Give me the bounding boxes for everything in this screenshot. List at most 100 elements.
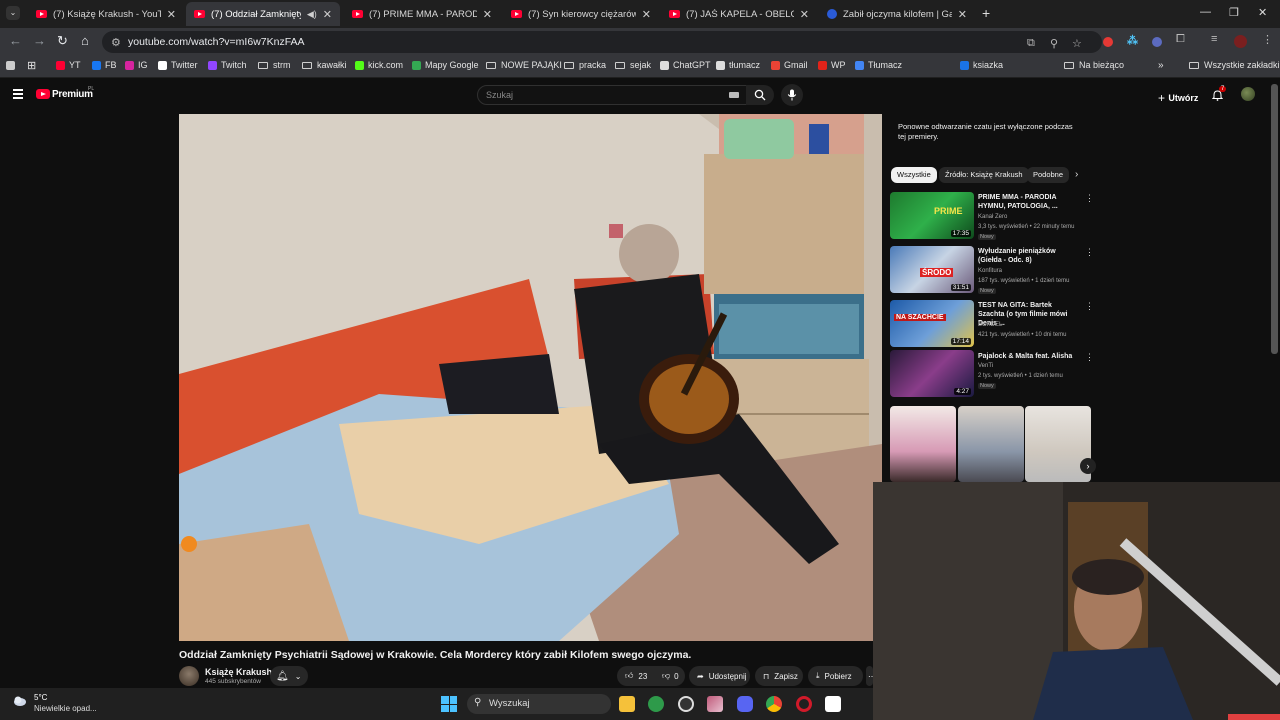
search-button[interactable] [746,85,774,105]
share-button[interactable]: ➦ Udostępnij [689,666,750,686]
bookmark-gmail[interactable]: Gmail [771,60,808,70]
taskbar-search-input[interactable]: ⚲ Wyszukaj [467,694,611,714]
premium-wordmark[interactable]: Premium [52,89,93,100]
restore-icon[interactable]: ❐ [1229,6,1239,19]
recommendation-thumbnail[interactable]: 4:27 [890,350,974,397]
chip-from-channel[interactable]: Źródło: Książę Krakush [939,167,1029,183]
speaker-icon[interactable]: ◀) [307,9,317,20]
recommendation-title[interactable]: Pajalock & Malta feat. Alisha [978,352,1080,361]
dislike-button[interactable]: 👎︎ 0 [658,666,685,686]
chip-related[interactable]: Podobne [1027,167,1070,183]
more-actions-button[interactable]: ⋯ [866,666,876,686]
recommendation-thumbnail[interactable]: PRIME 17:35 [890,192,974,239]
close-tab-icon[interactable]: ✕ [323,8,332,21]
address-bar[interactable]: ⚙ youtube.com/watch?v=mI6w7KnzFAA ⧉ ⚲ ☆ [102,31,1102,53]
chrome-icon[interactable] [766,696,782,712]
channel-avatar[interactable] [179,666,199,686]
profile-icon[interactable] [1234,35,1247,48]
extension-icon[interactable]: ⁂ [1127,34,1138,47]
new-tab-button[interactable]: + [982,5,990,21]
hamburger-menu-icon[interactable] [13,89,23,101]
start-menu-icon[interactable] [441,696,457,712]
reading-list-icon[interactable]: ≡ [1211,33,1217,45]
video-player[interactable] [179,114,882,641]
bookmark-pracka[interactable]: pracka [564,60,606,70]
menu-kebab-icon[interactable]: ⋮ [1262,33,1273,46]
install-app-icon[interactable]: ⧉ [1027,37,1035,50]
recommendation-title[interactable]: PRIME MMA - PARODIA HYMNU, PATOLOGIA, ..… [978,193,1080,211]
close-tab-icon[interactable]: ✕ [167,8,176,21]
photo-app-icon[interactable] [707,696,723,712]
bookmark-ig[interactable]: IG [125,60,148,70]
search-input[interactable]: Szukaj [477,85,747,105]
bookmark-twitter[interactable]: Twitter [158,60,198,70]
bookmark-kick-com[interactable]: kick.com [355,60,403,70]
recommendation-thumbnail[interactable]: NA SZACHCIE 17:14 [890,300,974,347]
bookmark-strm[interactable]: strm [258,60,291,70]
close-tab-icon[interactable]: ✕ [958,8,967,21]
keyboard-icon[interactable] [729,92,739,98]
chip-all[interactable]: Wszystkie [891,167,937,183]
file-explorer-icon[interactable] [619,696,635,712]
opera-icon[interactable] [796,696,812,712]
bookmark-tłumacz[interactable]: Tłumacz [855,60,902,70]
download-button[interactable]: ⤓ Pobierz [808,666,863,686]
extension-icon[interactable] [1152,37,1162,47]
bookmark-star-icon[interactable]: ☆ [1072,37,1082,50]
bookmark-fb[interactable]: FB [92,60,117,70]
bookmark-ksiazka[interactable]: ksiazka [960,60,1003,70]
all-bookmarks-folder[interactable]: Wszystkie zakładki [1189,60,1280,70]
more-options-icon[interactable]: ⋮ [1085,193,1094,204]
account-avatar[interactable] [1241,87,1255,101]
recommendation-channel[interactable]: Konfitura [978,268,1002,274]
extensions-puzzle-icon[interactable]: ⧠ [1176,33,1185,46]
tab-search-dropdown[interactable]: ⌄ [6,6,20,20]
page-scrollbar[interactable] [1271,84,1278,354]
bookmark-na-biezaco[interactable]: Na bieżąco [1064,60,1124,70]
capcut-icon[interactable] [825,696,841,712]
close-tab-icon[interactable]: ✕ [642,8,651,21]
apps-grid-icon[interactable]: ⊞ [27,59,36,72]
bookmark-chatgpt[interactable]: ChatGPT [660,60,711,70]
close-tab-icon[interactable]: ✕ [483,8,492,21]
bookmark-sejak[interactable]: sejak [615,60,651,70]
more-options-icon[interactable]: ⋮ [1085,247,1094,258]
bookmark-wp[interactable]: WP [818,60,846,70]
discord-icon[interactable] [737,696,753,712]
channel-name[interactable]: Książę Krakush [205,667,272,677]
subscription-bell-button[interactable]: 🔔︎ ⌄ [270,666,308,686]
tab-prime-mma[interactable]: (7) PRIME MMA - PARODIA HY ✕ [344,2,500,26]
zoom-icon[interactable]: ⚲ [1050,37,1058,50]
bookmark-mapy-google[interactable]: Mapy Google [412,60,479,70]
shorts-next-icon[interactable]: › [1080,458,1096,474]
recommendation-title[interactable]: Wyłudzanie pieniążków (Giełda - Odc. 8) [978,247,1080,265]
tab-syn-kierowcy[interactable]: (7) Syn kierowcy ciężarówki, któ ✕ [503,2,659,26]
home-icon[interactable]: ⌂ [81,33,89,48]
weather-temperature[interactable]: 5°C [34,693,47,702]
like-button[interactable]: 👍︎ 23 [617,666,659,686]
bookmark-twitch[interactable]: Twitch [208,60,247,70]
minimize-icon[interactable]: — [1200,6,1211,18]
site-info-icon[interactable]: ⚙ [111,36,121,49]
recommendation-thumbnail[interactable]: ŚRODO 31:51 [890,246,974,293]
short-thumbnail[interactable] [890,406,956,482]
create-button[interactable]: + Utwórz [1158,90,1198,105]
more-options-icon[interactable]: ⋮ [1085,301,1094,312]
tab-current-video[interactable]: (7) Oddział Zamknięty Psych ◀) ✕ [186,2,340,26]
chevron-right-icon[interactable]: › [1075,169,1078,180]
back-icon[interactable]: ← [9,33,22,48]
bookmark-yt[interactable]: YT [56,60,81,70]
recommendation-channel[interactable]: Kanał Zero [978,214,1007,220]
short-thumbnail[interactable] [958,406,1024,482]
save-button[interactable]: ⊓ Zapisz [755,666,803,686]
weather-cloud-icon[interactable] [12,693,27,708]
tab-gazeta[interactable]: Zabił ojczyma kilofem | Gazeta ✕ [819,2,975,26]
more-bookmarks-icon[interactable]: » [1158,60,1164,71]
tab-jas-kapela[interactable]: (7) JAŚ KAPELA - OBELGI I BLUZ ✕ [661,2,817,26]
recommendation-channel[interactable]: BOXDEL [978,322,1002,328]
bookmark-kawałki[interactable]: kawałki [302,60,347,70]
voice-search-button[interactable] [781,84,803,106]
weather-condition[interactable]: Niewielkie opad... [34,704,97,713]
more-options-icon[interactable]: ⋮ [1085,352,1094,363]
record-extension-icon[interactable] [1103,37,1113,47]
